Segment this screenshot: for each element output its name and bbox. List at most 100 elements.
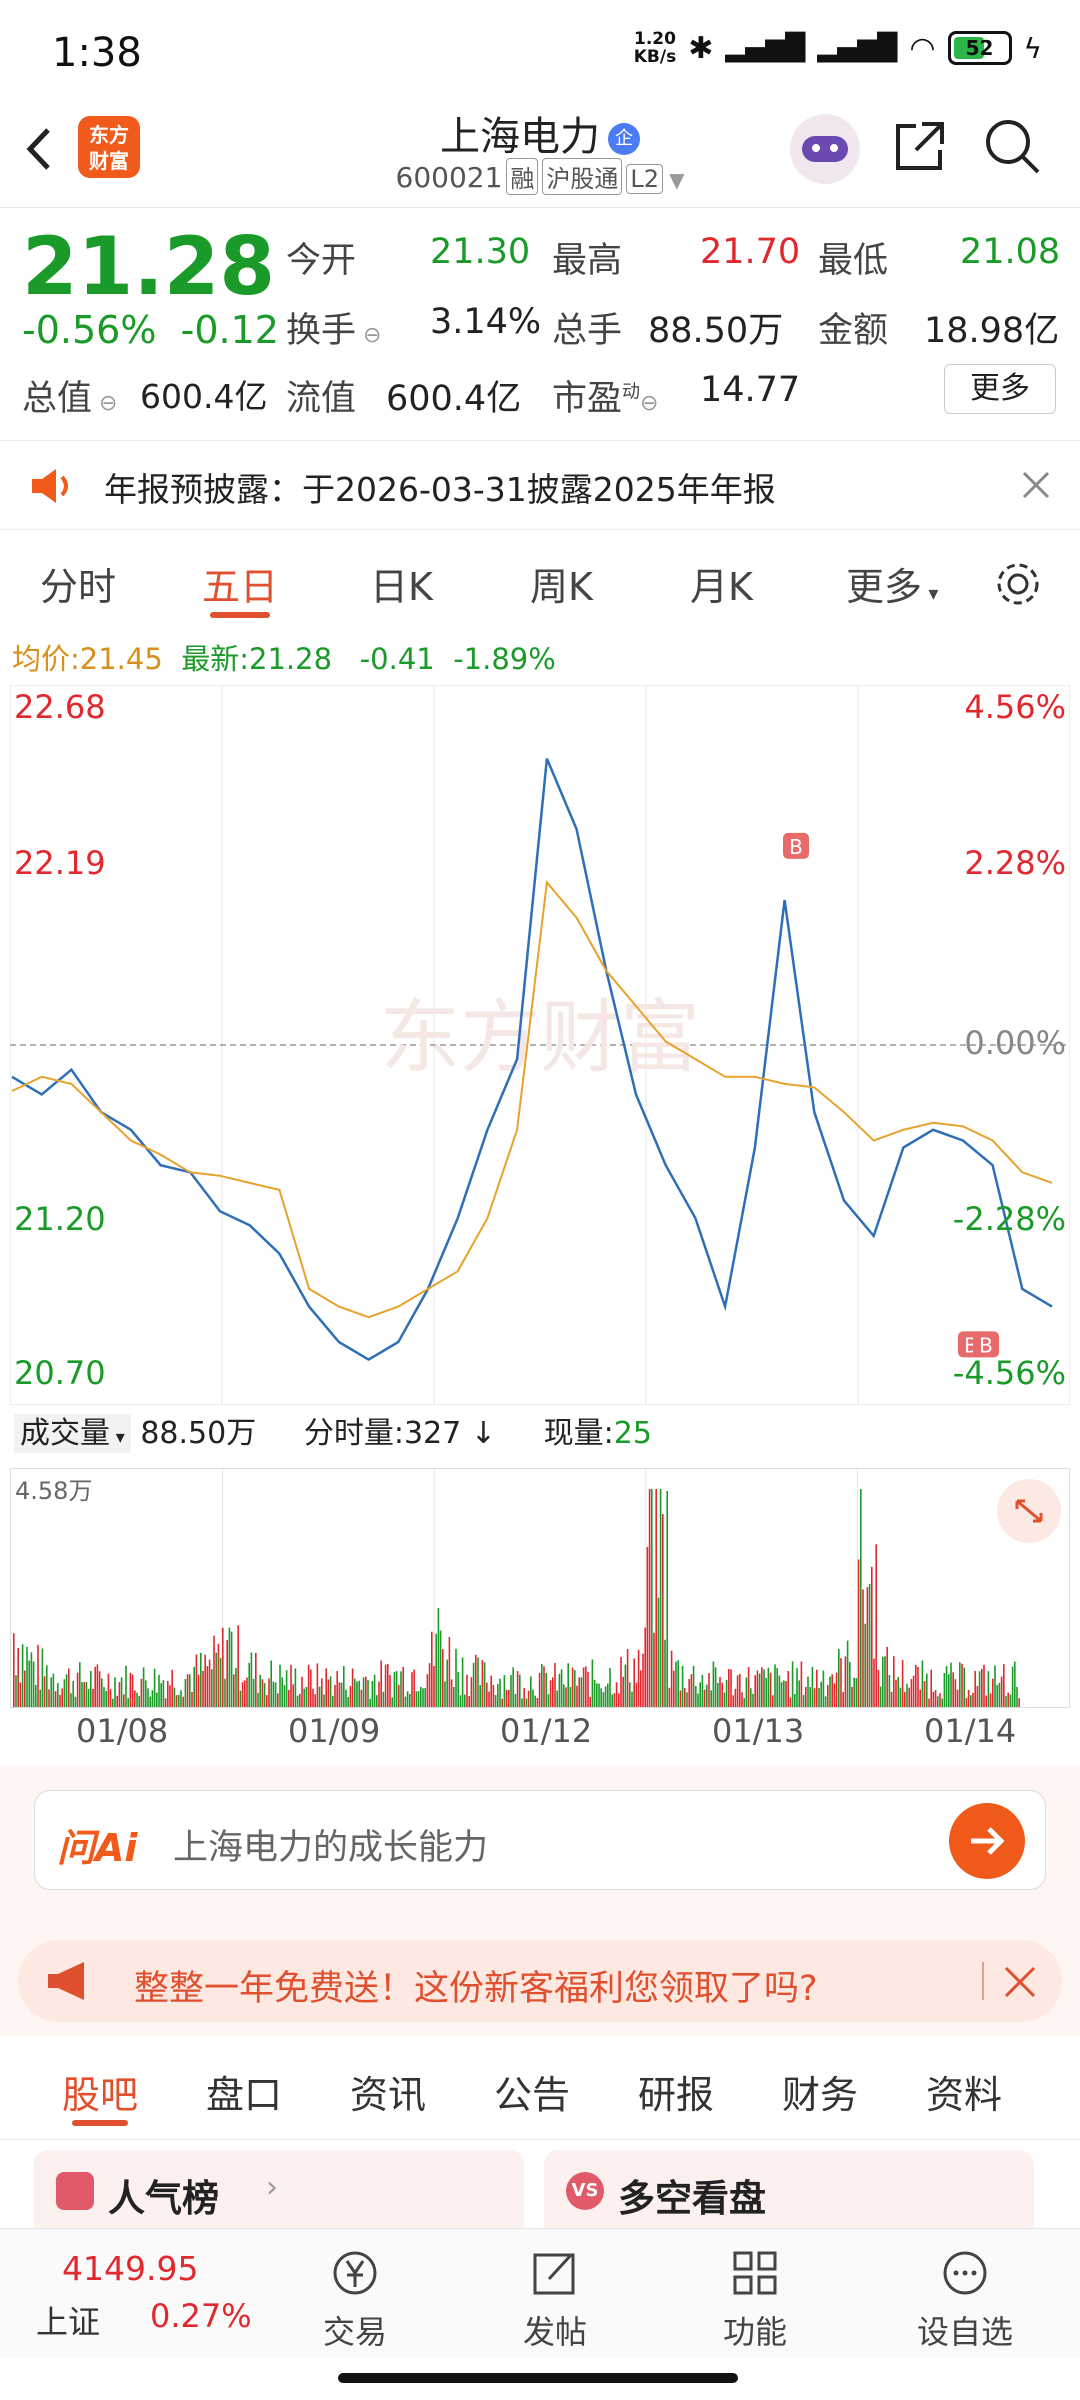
tab-daily-k[interactable]: 日K — [370, 556, 433, 611]
index-ticker[interactable]: 4149.95 上证 0.27% — [0, 2229, 252, 2359]
popularity-card[interactable]: 人气榜 › — [34, 2150, 524, 2240]
volume-bar — [527, 1690, 530, 1707]
volume-bar — [615, 1682, 618, 1707]
volume-max-label: 4.58万 — [15, 1477, 93, 1505]
volume-bar — [611, 1694, 613, 1707]
bottom-nav: 4149.95 上证 0.27% 交易 发帖 功能 设自选 — [0, 2228, 1080, 2358]
chart-tabs: 分时 五日 日K 周K 月K 更多 ▾ — [0, 548, 1080, 628]
volume-bar — [488, 1691, 490, 1707]
volume-bar — [569, 1687, 572, 1707]
settings-gear-icon[interactable] — [992, 558, 1044, 610]
volume-bar — [178, 1694, 180, 1707]
stock-code: 600021 — [395, 161, 503, 194]
robot-avatar-icon[interactable] — [790, 114, 860, 184]
ai-search-box[interactable]: 问Ai 上海电力的成长能力 — [34, 1790, 1046, 1890]
volume-bar — [690, 1674, 693, 1707]
volume-bar — [61, 1688, 63, 1707]
volume-bar — [697, 1693, 699, 1707]
promo-close-icon[interactable] — [1002, 1964, 1038, 2000]
tab-pankou[interactable]: 盘口 — [206, 2064, 282, 2119]
share-icon[interactable] — [890, 116, 950, 176]
close-icon[interactable] — [1018, 467, 1054, 503]
volume-bar — [131, 1674, 134, 1707]
tab-monthly-k[interactable]: 月K — [690, 556, 753, 611]
tab-profile[interactable]: 资料 — [926, 2064, 1002, 2119]
volume-bar — [897, 1677, 899, 1707]
volume-chart[interactable]: 4.58万 — [10, 1468, 1070, 1708]
volume-bar — [208, 1659, 211, 1707]
volume-bar — [259, 1674, 261, 1707]
nav-trade[interactable]: 交易 — [300, 2247, 410, 2353]
more-stats-button[interactable]: 更多 — [944, 364, 1056, 414]
ai-submit-button[interactable] — [949, 1803, 1025, 1879]
promo-divider — [982, 1962, 984, 2000]
volume-bar — [692, 1665, 695, 1707]
volume-bar — [450, 1679, 453, 1707]
volume-bar — [699, 1682, 701, 1707]
vs-icon: VS — [566, 2172, 604, 2210]
price-chart-svg[interactable]: 东方财富BB B — [9, 684, 1071, 1406]
volume-bar — [728, 1668, 730, 1707]
tab-research[interactable]: 研报 — [638, 2064, 714, 2119]
nav-function[interactable]: 功能 — [700, 2247, 810, 2353]
tab-announce[interactable]: 公告 — [494, 2064, 570, 2119]
volume-bar — [391, 1697, 393, 1707]
volume-bar — [389, 1674, 391, 1707]
volume-bar — [424, 1688, 426, 1707]
volume-bar — [266, 1695, 268, 1707]
volume-bar — [290, 1664, 292, 1707]
nav-post[interactable]: 发帖 — [500, 2247, 610, 2353]
volume-bar — [624, 1664, 627, 1707]
volume-bar — [103, 1687, 105, 1707]
volume-bar — [695, 1686, 697, 1707]
volume-bar — [596, 1683, 598, 1707]
volume-bar — [886, 1646, 888, 1707]
edit-icon — [533, 2253, 575, 2295]
volume-bar — [829, 1676, 831, 1707]
tab-guba[interactable]: 股吧 — [62, 2064, 138, 2119]
volume-bar — [367, 1680, 369, 1707]
status-bar: 1:38 1.20 KB/s ✱ ▂▄▆█ ▂▄▆█ ◠ 52 ϟ — [0, 0, 1080, 100]
price-chart[interactable]: 东方财富 B B B — [9, 684, 1071, 1406]
volume-bar — [822, 1670, 825, 1707]
nav-watchlist[interactable]: 设自选 — [900, 2247, 1030, 2353]
volume-bar — [101, 1678, 103, 1707]
volume-bar — [422, 1688, 424, 1707]
tab-news[interactable]: 资讯 — [350, 2064, 426, 2119]
bull-bear-card[interactable]: VS 多空看盘 — [544, 2150, 1034, 2240]
volume-bar — [65, 1674, 68, 1707]
tab-five-day[interactable]: 五日 — [202, 556, 278, 611]
ai-logo: 问Ai — [57, 1826, 138, 1870]
signal-icon: ▂▄▆█ — [725, 33, 806, 63]
volume-bar — [589, 1696, 591, 1707]
volume-bar — [457, 1672, 459, 1707]
volume-bar — [648, 1489, 651, 1707]
volume-bar — [937, 1696, 939, 1707]
volume-bar — [554, 1663, 556, 1707]
promo-banner[interactable]: 整整一年免费送！这份新客福利您领取了吗? — [18, 1940, 1062, 2022]
volume-bar — [783, 1680, 785, 1707]
volume-bar — [928, 1698, 930, 1707]
home-indicator[interactable] — [338, 2373, 738, 2383]
tab-finance[interactable]: 财务 — [782, 2064, 858, 2119]
notice-bar[interactable]: 年报预披露：于2026-03-31披露2025年年报 — [0, 440, 1080, 530]
volume-bar — [217, 1643, 220, 1707]
volume-bar — [252, 1678, 255, 1707]
signal2-icon: ▂▄▆█ — [817, 33, 898, 63]
expand-button[interactable] — [997, 1479, 1061, 1543]
volume-bar — [224, 1678, 226, 1707]
volume-bar — [917, 1666, 919, 1707]
search-icon[interactable] — [980, 114, 1044, 178]
volume-bar — [640, 1670, 642, 1707]
tab-weekly-k[interactable]: 周K — [530, 556, 593, 611]
tab-intraday[interactable]: 分时 — [40, 556, 116, 611]
volume-bar — [193, 1666, 195, 1707]
volume-bar — [864, 1623, 866, 1707]
volume-bar — [109, 1689, 112, 1707]
volume-bar — [703, 1689, 706, 1707]
tab-more[interactable]: 更多 ▾ — [846, 556, 938, 611]
volume-bar — [1007, 1692, 1009, 1707]
x-tick-4: 01/14 — [924, 1712, 1017, 1750]
volume-selector[interactable]: 成交量 ▾ — [14, 1414, 131, 1453]
status-time: 1:38 — [52, 30, 142, 76]
